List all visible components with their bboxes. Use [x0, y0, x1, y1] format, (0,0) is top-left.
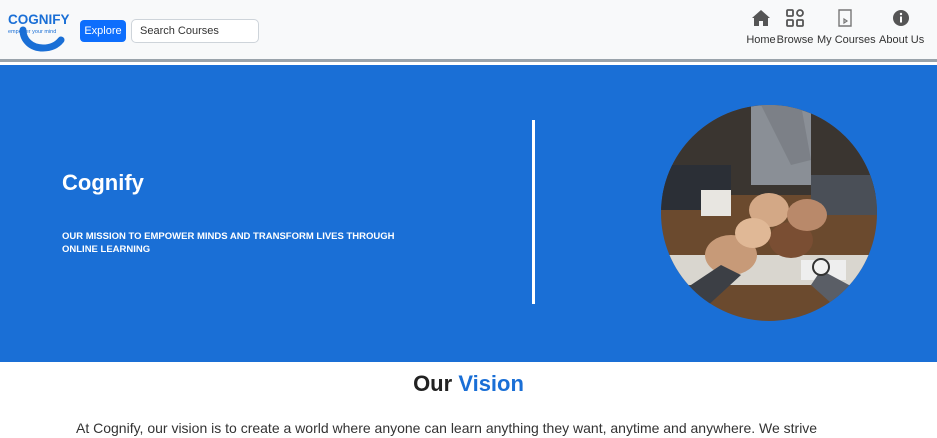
- nav-home[interactable]: Home: [741, 8, 781, 54]
- hero-banner: Cognify OUR MISSION TO EMPOWER MINDS AND…: [0, 65, 937, 362]
- nav-about-us-label: About Us: [879, 34, 925, 46]
- vision-heading-accent: Vision: [458, 371, 524, 396]
- vision-paragraph: At Cognify, our vision is to create a wo…: [76, 420, 818, 436]
- nav-home-label: Home: [746, 34, 776, 46]
- nav-about-us[interactable]: About Us: [879, 8, 925, 54]
- logo-wordmark: COGNIFY: [8, 12, 70, 27]
- home-icon: [752, 10, 770, 26]
- explore-button[interactable]: Explore: [80, 20, 126, 42]
- team-fist-bump-photo: [661, 105, 877, 321]
- hero-subtitle: OUR MISSION TO EMPOWER MINDS AND TRANSFO…: [62, 231, 395, 255]
- top-navbar: COGNIFY empower your mind Explore Home B…: [0, 0, 937, 62]
- vision-heading: Our Vision: [0, 371, 937, 397]
- nav-browse-label: Browse: [776, 34, 814, 46]
- browse-grid-icon: [786, 9, 804, 27]
- nav-browse[interactable]: Browse: [776, 8, 814, 54]
- search-input[interactable]: [131, 19, 259, 43]
- hero-divider: [532, 120, 535, 304]
- nav-my-courses[interactable]: My Courses: [817, 8, 876, 54]
- logo-tagline: empower your mind: [8, 29, 56, 35]
- info-icon: [893, 10, 909, 26]
- vision-heading-prefix: Our: [413, 371, 453, 396]
- book-icon: [838, 9, 852, 27]
- nav-my-courses-label: My Courses: [817, 34, 876, 46]
- cognify-logo[interactable]: COGNIFY empower your mind: [7, 8, 71, 52]
- hero-title: Cognify: [62, 170, 144, 195]
